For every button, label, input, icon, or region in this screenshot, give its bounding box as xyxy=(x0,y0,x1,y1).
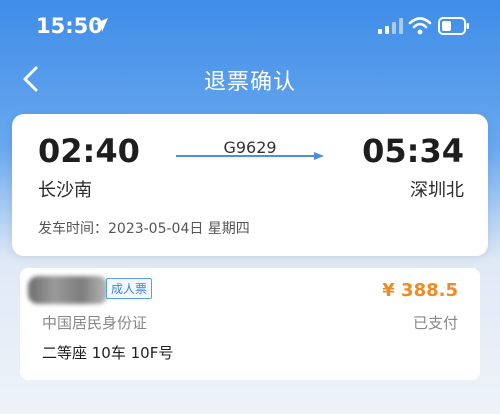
nav-bar: 退票确认 xyxy=(0,56,500,104)
departure-date: 发车时间：2023-05-04日 星期四 xyxy=(38,221,250,237)
trip-card: 02:40 G9629 05:34 长沙南 深圳北 发车时间：2023-05-0… xyxy=(12,114,488,256)
signal-icon xyxy=(378,18,403,34)
location-arrow-icon xyxy=(94,18,108,32)
route-arrow-icon xyxy=(176,152,324,160)
id-type: 中国居民身份证 xyxy=(42,314,148,332)
departure-station: 长沙南 xyxy=(38,180,92,201)
payment-status: 已支付 xyxy=(412,314,458,332)
battery-icon xyxy=(438,17,469,35)
page-title: 退票确认 xyxy=(203,70,296,95)
seat-info: 二等座 10车 10F号 xyxy=(42,344,174,362)
passenger-name-blurred xyxy=(28,276,108,304)
status-bar: 15:50 xyxy=(0,0,500,56)
wifi-icon xyxy=(408,17,432,35)
arrival-station: 深圳北 xyxy=(410,180,464,201)
ticket-type-badge: 成人票 xyxy=(106,278,153,299)
arrival-time: 05:34 xyxy=(362,132,464,170)
passenger-card: 成人票 ¥ 388.5 中国居民身份证 已支付 二等座 10车 10F号 xyxy=(20,268,480,380)
ticket-price: ¥ 388.5 xyxy=(382,280,458,301)
